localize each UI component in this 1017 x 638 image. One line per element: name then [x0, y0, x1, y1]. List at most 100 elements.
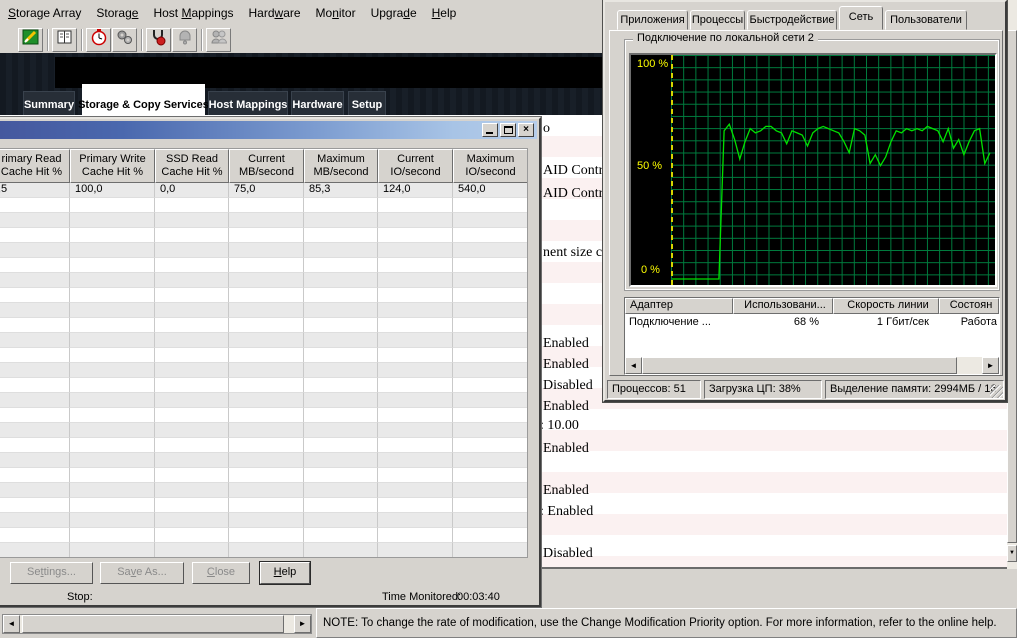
table-cell [453, 468, 528, 483]
adapter-column-header[interactable]: Состоян [939, 298, 999, 314]
support-contacts-button[interactable] [206, 28, 231, 52]
table-cell [304, 393, 378, 408]
view-book-button[interactable] [52, 28, 77, 52]
table-cell [304, 258, 378, 273]
table-cell [0, 243, 70, 258]
adapter-column-header[interactable]: Использовани... [733, 298, 833, 314]
table-cell [229, 348, 304, 363]
column-header[interactable]: rimary ReadCache Hit % [0, 149, 70, 183]
table-cell [70, 378, 155, 393]
table-cell [155, 528, 229, 543]
status-panel: Процессов: 51 [607, 380, 701, 399]
vertical-scrollbar-thumb[interactable] [1007, 30, 1017, 543]
table-cell [0, 498, 70, 513]
menu-item-help[interactable]: Help [432, 6, 457, 20]
table-cell [155, 483, 229, 498]
vertical-scrollbar[interactable]: ▼ [1007, 0, 1017, 570]
menu-item-hardware[interactable]: Hardware [249, 6, 301, 20]
adapter-row[interactable]: Подключение ...68 %1 Гбит/секРабота [625, 314, 999, 331]
adapter-column-header[interactable]: Адаптер [625, 298, 733, 314]
table-cell [70, 243, 155, 258]
taskman-tab-5[interactable]: Пользователи [885, 10, 967, 30]
menu-item-upgrade[interactable]: Upgrade [371, 6, 417, 20]
settings--button[interactable]: Settings... [10, 562, 93, 584]
scroll-down-icon[interactable]: ▼ [1007, 545, 1017, 562]
tab-summary[interactable]: Summary [23, 91, 75, 115]
toolbar-separator [201, 29, 203, 51]
manage-enclosure-button[interactable] [18, 28, 43, 52]
taskman-tab-2[interactable]: Процессы [690, 10, 745, 30]
menu-item-monitor[interactable]: Monitor [316, 6, 356, 20]
adapter-column-header[interactable]: Скорость линии [833, 298, 939, 314]
table-cell [304, 408, 378, 423]
column-header[interactable]: CurrentIO/second [378, 149, 453, 183]
table-cell [304, 228, 378, 243]
adapter-scroll-left-icon[interactable]: ◄ [625, 357, 642, 374]
table-cell [453, 513, 528, 528]
task-manager-tab-bar: ПриложенияПроцессыБыстродействиеСетьПоль… [617, 6, 969, 30]
table-cell [304, 468, 378, 483]
horizontal-scrollbar[interactable]: ◄ ► [2, 614, 312, 634]
menu-item-storage[interactable]: Storage [96, 6, 138, 20]
table-cell [453, 213, 528, 228]
table-row [0, 423, 527, 438]
horizontal-scrollbar-thumb[interactable] [22, 615, 284, 633]
scroll-left-icon[interactable]: ◄ [3, 615, 20, 633]
adapter-scroll-right-icon[interactable]: ► [982, 357, 999, 374]
table-cell [378, 453, 453, 468]
tab-storage-copy-services[interactable]: Storage & Copy Services [82, 84, 205, 115]
adapter-cell: Работа [939, 314, 999, 331]
table-cell [0, 213, 70, 228]
table-cell [304, 198, 378, 213]
help-button[interactable]: Help [260, 562, 310, 584]
column-header[interactable]: Primary WriteCache Hit % [70, 149, 155, 183]
scroll-right-icon[interactable]: ► [294, 615, 311, 633]
table-cell [229, 318, 304, 333]
table-cell [229, 213, 304, 228]
table-cell [453, 438, 528, 453]
close-button[interactable]: × [518, 123, 534, 137]
table-cell [155, 408, 229, 423]
column-header[interactable]: MaximumMB/second [304, 149, 378, 183]
column-header[interactable]: CurrentMB/second [229, 149, 304, 183]
taskman-tab-3[interactable]: Быстродействие [747, 10, 837, 30]
settings-gears-button[interactable] [112, 28, 137, 52]
minimize-button[interactable] [482, 123, 498, 137]
table-cell [453, 498, 528, 513]
table-cell [155, 438, 229, 453]
table-row [0, 483, 527, 498]
table-row [0, 228, 527, 243]
title-bar[interactable]: × [0, 121, 537, 139]
table-cell [70, 453, 155, 468]
menu-item-storage-array[interactable]: Storage Array [8, 6, 81, 20]
column-header[interactable]: SSD ReadCache Hit % [155, 149, 229, 183]
performance-monitor-window: × rimary ReadCache Hit %Primary WriteCac… [0, 117, 541, 607]
alerts-bell-button[interactable] [172, 28, 197, 52]
table-cell [155, 318, 229, 333]
tab-hardware[interactable]: Hardware [291, 91, 344, 115]
maximize-button[interactable] [500, 123, 516, 137]
table-cell [70, 213, 155, 228]
taskman-tab-1[interactable]: Приложения [617, 10, 688, 30]
table-cell [304, 273, 378, 288]
recovery-guru-button[interactable] [146, 28, 171, 52]
table-cell: 100,0 [70, 183, 155, 198]
save-as--button[interactable]: Save As... [100, 562, 184, 584]
adapter-scrollbar-thumb[interactable] [642, 357, 957, 374]
groupbox-title: Подключение по локальной сети 2 [633, 32, 818, 44]
table-cell [70, 318, 155, 333]
adapter-cell: Подключение ... [625, 314, 733, 331]
tab-setup[interactable]: Setup [348, 91, 386, 115]
table-cell [453, 303, 528, 318]
table-cell [70, 543, 155, 558]
column-header[interactable]: MaximumIO/second [453, 149, 528, 183]
resize-grip[interactable] [990, 385, 1003, 398]
taskman-tab-4[interactable]: Сеть [839, 6, 883, 30]
menu-item-host-mappings[interactable]: Host Mappings [153, 6, 233, 20]
tab-host-mappings[interactable]: Host Mappings [208, 91, 288, 115]
performance-monitor-button[interactable] [86, 28, 111, 52]
close-button[interactable]: Close [192, 562, 250, 584]
adapter-scrollbar[interactable]: ◄ ► [625, 357, 999, 374]
table-cell [229, 378, 304, 393]
table-row [0, 528, 527, 543]
